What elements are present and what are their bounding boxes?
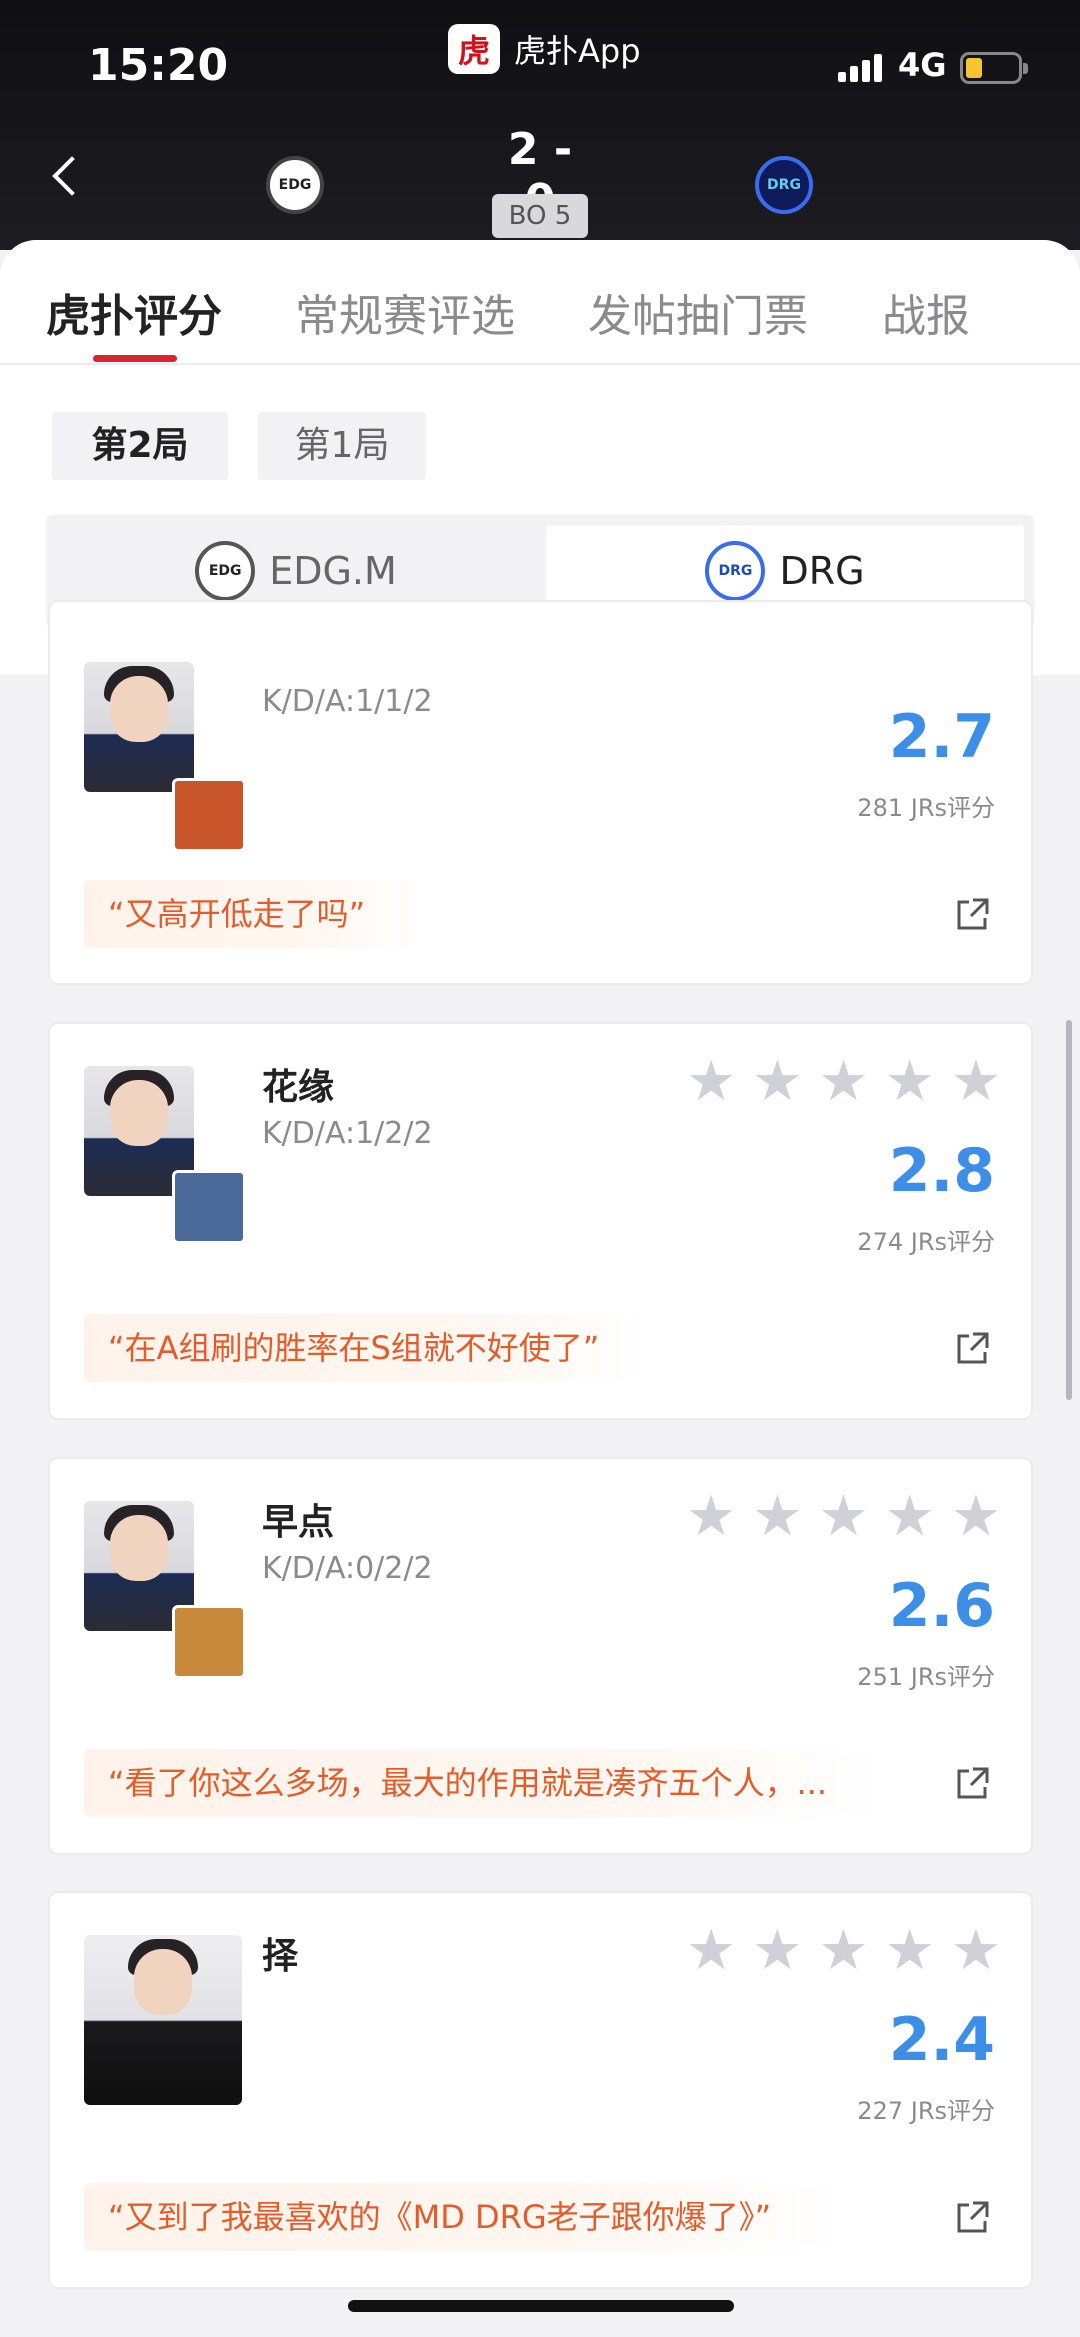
star-icon[interactable]: ★: [752, 1054, 802, 1110]
player-votes: 227 JRs评分: [857, 2097, 995, 2125]
star-icon[interactable]: ★: [752, 1489, 802, 1545]
share-icon[interactable]: [955, 896, 991, 932]
star-icon[interactable]: ★: [686, 1489, 736, 1545]
player-kda: K/D/A:1/1/2: [262, 684, 433, 719]
star-icon[interactable]: ★: [885, 1489, 935, 1545]
game-1-button[interactable]: 第1局: [258, 412, 426, 480]
player-rating: 2.8: [888, 1136, 995, 1206]
match-header: 15:20 虎 虎扑App 4G EDG 2 - 0 BO 5 DRG: [0, 0, 1080, 250]
network-type: 4G: [898, 46, 947, 84]
team-left-logo[interactable]: EDG: [266, 156, 324, 214]
player-kda: K/D/A:1/2/2: [262, 1116, 433, 1151]
edgm-logo-icon: EDG: [195, 541, 256, 601]
hero-icon: [172, 1605, 246, 1679]
team-option-label: DRG: [779, 549, 865, 593]
battery-icon: [960, 52, 1028, 84]
active-tab-indicator: [93, 355, 177, 362]
star-icon[interactable]: ★: [686, 1054, 736, 1110]
player-kda: K/D/A:0/2/2: [262, 1551, 433, 1586]
rating-stars[interactable]: ★ ★ ★ ★ ★: [686, 1054, 1001, 1110]
player-avatar: [84, 1935, 242, 2105]
player-card[interactable]: K/D/A:1/1/2 2.7 281 JRs评分 “又高开低走了吗”: [48, 600, 1033, 985]
player-card[interactable]: 花缘 K/D/A:1/2/2 ★ ★ ★ ★ ★ 2.8 274 JRs评分 “在A组刷…: [48, 1022, 1033, 1420]
tab-post-lottery[interactable]: 发帖抽门票: [588, 280, 808, 344]
tab-report[interactable]: 战报: [882, 280, 970, 344]
back-arrow-icon[interactable]: [52, 156, 92, 196]
team-right-logo[interactable]: DRG: [755, 156, 813, 214]
star-icon[interactable]: ★: [752, 1923, 802, 1979]
hero-icon: [172, 1170, 246, 1244]
hero-icon: [172, 778, 246, 852]
player-votes: 251 JRs评分: [857, 1663, 995, 1691]
player-rating: 2.4: [888, 2005, 995, 2075]
hupu-logo-icon: 虎: [448, 24, 500, 74]
player-top-comment[interactable]: “看了你这么多场，最大的作用就是凑齐五个人，...: [84, 1749, 884, 1817]
share-icon[interactable]: [955, 1765, 991, 1801]
game-2-button[interactable]: 第2局: [52, 412, 228, 480]
match-format-badge: BO 5: [492, 194, 588, 238]
tab-bar: 虎扑评分 常规赛评选 发帖抽门票 战报: [0, 270, 1080, 365]
player-top-comment[interactable]: “又到了我最喜欢的《MD DRG老子跟你爆了》”: [84, 2183, 844, 2251]
star-icon[interactable]: ★: [885, 1054, 935, 1110]
player-top-comment[interactable]: “又高开低走了吗”: [84, 880, 424, 948]
player-name: 早点: [262, 1502, 335, 1543]
status-time: 15:20: [88, 40, 229, 91]
app-badge: 虎 虎扑App: [448, 24, 641, 74]
home-indicator[interactable]: [348, 2300, 734, 2312]
tab-regular-season[interactable]: 常规赛评选: [295, 280, 515, 344]
player-card[interactable]: 早点 K/D/A:0/2/2 ★ ★ ★ ★ ★ 2.6 251 JRs评分 “看了你这…: [48, 1457, 1033, 1855]
star-icon[interactable]: ★: [818, 1489, 868, 1545]
team-option-label: EDG.M: [269, 549, 397, 593]
share-icon[interactable]: [955, 2199, 991, 2235]
star-icon[interactable]: ★: [686, 1923, 736, 1979]
signal-icon: [838, 54, 882, 82]
scrollbar[interactable]: [1066, 1020, 1072, 1400]
player-top-comment[interactable]: “在A组刷的胜率在S组就不好使了”: [84, 1314, 654, 1382]
player-name: 择: [262, 1936, 299, 1977]
player-name: 花缘: [262, 1067, 335, 1108]
player-avatar: [84, 662, 194, 792]
star-icon[interactable]: ★: [885, 1923, 935, 1979]
player-rating: 2.7: [888, 702, 995, 772]
star-icon[interactable]: ★: [951, 1054, 1001, 1110]
star-icon[interactable]: ★: [951, 1489, 1001, 1545]
drg-logo-icon: DRG: [705, 541, 766, 601]
rating-stars[interactable]: ★ ★ ★ ★ ★: [686, 1489, 1001, 1545]
rating-stars[interactable]: ★ ★ ★ ★ ★: [686, 1923, 1001, 1979]
star-icon[interactable]: ★: [951, 1923, 1001, 1979]
player-votes: 274 JRs评分: [857, 1228, 995, 1256]
player-votes: 281 JRs评分: [857, 794, 995, 822]
share-icon[interactable]: [955, 1330, 991, 1366]
star-icon[interactable]: ★: [818, 1923, 868, 1979]
app-name: 虎扑App: [514, 32, 641, 70]
player-rating: 2.6: [888, 1571, 995, 1641]
player-card[interactable]: 择 ★ ★ ★ ★ ★ 2.4 227 JRs评分 “又到了我最喜欢的《MD DRG老子…: [48, 1891, 1033, 2289]
tab-hupu-rating[interactable]: 虎扑评分: [46, 280, 222, 344]
star-icon[interactable]: ★: [818, 1054, 868, 1110]
